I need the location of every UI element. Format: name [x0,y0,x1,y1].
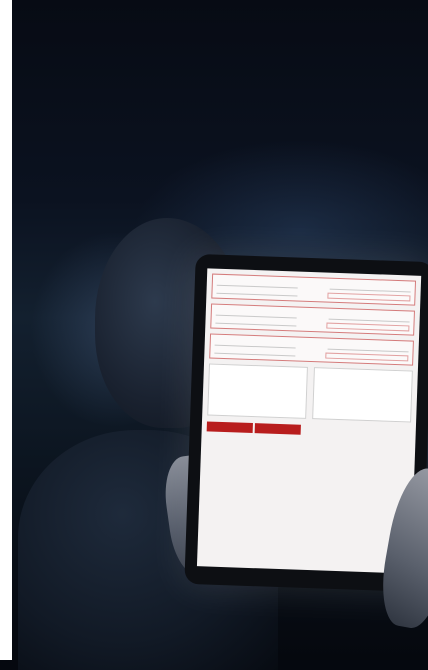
form-field[interactable] [327,344,409,353]
form-field[interactable] [214,348,296,357]
form-textarea[interactable] [207,363,308,419]
form-field[interactable] [215,318,298,327]
form-field[interactable] [329,284,411,293]
image-edge-strip [0,0,12,660]
form-textarea[interactable] [312,367,413,423]
form-section [211,273,417,306]
form-button[interactable] [254,423,301,435]
form-section [209,333,414,366]
form-field[interactable] [215,310,298,319]
form-button[interactable] [206,421,253,434]
tablet-screen [196,268,422,574]
form-field-highlighted[interactable] [325,322,410,332]
form-field-highlighted[interactable] [324,352,409,362]
form-field[interactable] [328,314,410,323]
form-field[interactable] [216,280,299,289]
form-section [210,303,415,336]
form-field-highlighted[interactable] [326,292,411,302]
form-button-row [206,421,411,438]
form-field[interactable] [216,288,299,297]
form-textarea-group [207,363,413,423]
form-field[interactable] [214,340,297,349]
